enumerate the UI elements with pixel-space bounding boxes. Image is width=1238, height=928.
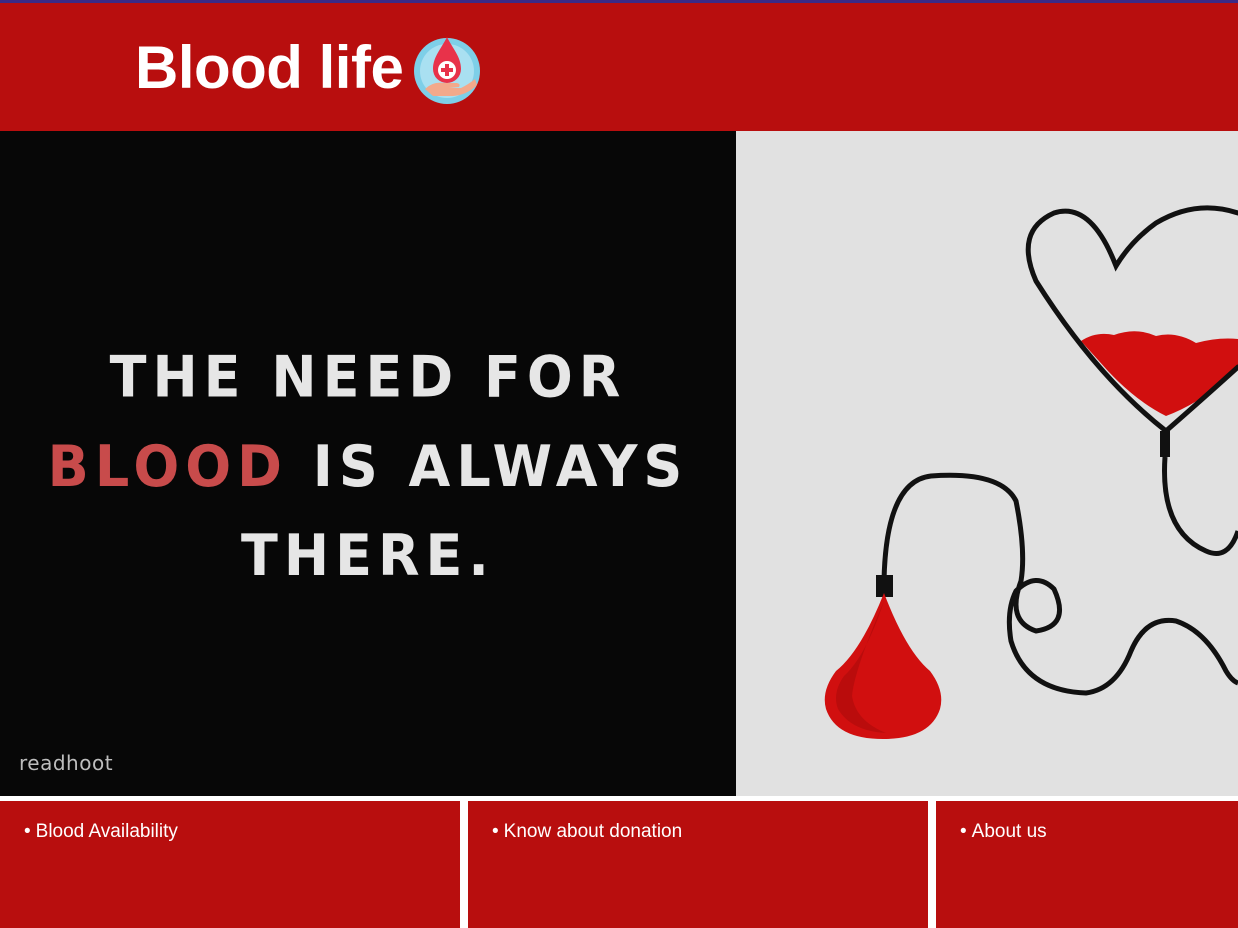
nav-card-label: Blood Availability	[35, 821, 178, 842]
nav-card-blood-availability[interactable]: • Blood Availability	[0, 801, 460, 928]
brand[interactable]: Blood life	[135, 31, 483, 105]
hero-quote-line2: BLOOD IS ALWAYS	[0, 422, 736, 511]
hero-quote-line2-rest: IS ALWAYS	[312, 433, 689, 500]
nav-card-know-about-donation[interactable]: • Know about donation	[468, 801, 928, 928]
hero-banner: THE NEED FOR BLOOD IS ALWAYS THERE. read…	[0, 131, 1238, 796]
hero-quote-panel: THE NEED FOR BLOOD IS ALWAYS THERE. read…	[0, 131, 736, 796]
nav-card-about-us[interactable]: • About us	[936, 801, 1238, 928]
heart-blood-bag-icon	[824, 205, 1238, 739]
nav-card-label: About us	[971, 821, 1047, 842]
hero-quote-line1: THE NEED FOR	[109, 344, 627, 411]
bullet-icon: •	[24, 821, 31, 842]
hero-credit: readhoot	[19, 751, 114, 775]
site-header: Blood life	[0, 3, 1238, 131]
site-title: Blood life	[135, 34, 404, 101]
hero-quote-highlight: BLOOD	[47, 433, 288, 500]
hero-quote-line3: THERE.	[241, 522, 495, 589]
hero-quote: THE NEED FOR BLOOD IS ALWAYS THERE.	[0, 333, 736, 601]
bullet-icon: •	[960, 821, 967, 842]
nav-card-label: Know about donation	[503, 821, 683, 842]
nav-cards: • Blood Availability • Know about donation…	[0, 801, 1238, 928]
hero-illustration-panel	[736, 131, 1238, 796]
bullet-icon: •	[492, 821, 499, 842]
blood-drop-hand-icon	[414, 37, 481, 104]
